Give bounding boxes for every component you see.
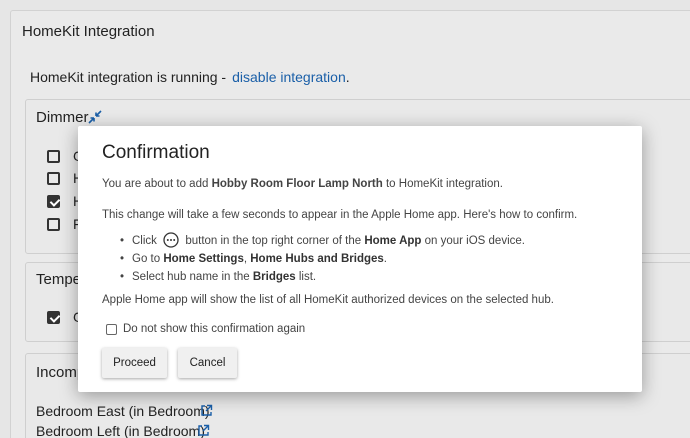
dialog-title: Confirmation [102,142,210,163]
cancel-button[interactable]: Cancel [178,348,237,378]
do-not-show-label[interactable]: Do not show this confirmation again [123,323,305,335]
step-2-text-a: Go to [132,253,164,265]
proceed-button[interactable]: Proceed [102,348,167,378]
device-name: Hobby Room Floor Lamp North [211,178,383,190]
step-1-home-app: Home App [364,235,422,247]
collapse-icon[interactable] [88,110,102,124]
dimmer-checkbox-3[interactable] [47,195,60,208]
step-3-bridges: Bridges [252,271,296,283]
step-2-hubs: Home Hubs and Bridges [250,253,384,265]
more-horizontal-icon [163,232,179,248]
status-line: HomeKit integration is running - disable … [30,69,350,85]
dialog-instructions: This change will take a few seconds to a… [102,209,578,221]
page-title: HomeKit Integration [22,23,155,40]
external-link-icon[interactable] [197,424,210,437]
step-1: Click button in the top right corner of … [120,232,525,250]
step-3-end: list. [295,271,317,283]
device-bedroom-east: Bedroom East (in Bedroom) [36,403,210,419]
step-1-text-c: on your iOS device. [421,235,525,247]
dimmer-checkbox-2[interactable] [47,172,60,185]
confirmation-dialog: Confirmation You are about to add Hobby … [78,126,642,392]
temperature-checkbox-1[interactable] [47,311,60,324]
dialog-intro: You are about to add Hobby Room Floor La… [102,178,503,190]
step-2: Go to Home Settings, Home Hubs and Bridg… [120,250,525,268]
intro-text-pre: You are about to add [102,178,212,190]
dimmer-checkbox-4[interactable] [47,218,60,231]
status-text: HomeKit integration is running - [30,69,227,85]
step-3-text-a: Select hub name in the [132,271,253,283]
steps-list: Click button in the top right corner of … [120,232,525,286]
step-1-text-a: Click [132,235,157,247]
step-1-text-b: button in the top right corner of the [185,235,365,247]
dialog-footer-note: Apple Home app will show the list of all… [102,294,554,306]
step-3: Select hub name in the Bridges list. [120,268,525,286]
do-not-show-checkbox[interactable] [106,324,117,335]
device-bedroom-left: Bedroom Left (in Bedroom) [36,423,205,438]
temperature-title: Tempe [36,271,82,288]
step-2-home-settings: Home Settings [163,253,244,265]
step-2-end: . [383,253,387,265]
dimmer-title: Dimmer [36,109,89,126]
disable-integration-link[interactable]: disable integration [232,69,346,85]
dimmer-checkbox-1[interactable] [47,150,60,163]
external-link-icon[interactable] [200,404,213,417]
intro-text-post: to HomeKit integration. [382,178,503,190]
status-suffix: . [345,69,350,85]
